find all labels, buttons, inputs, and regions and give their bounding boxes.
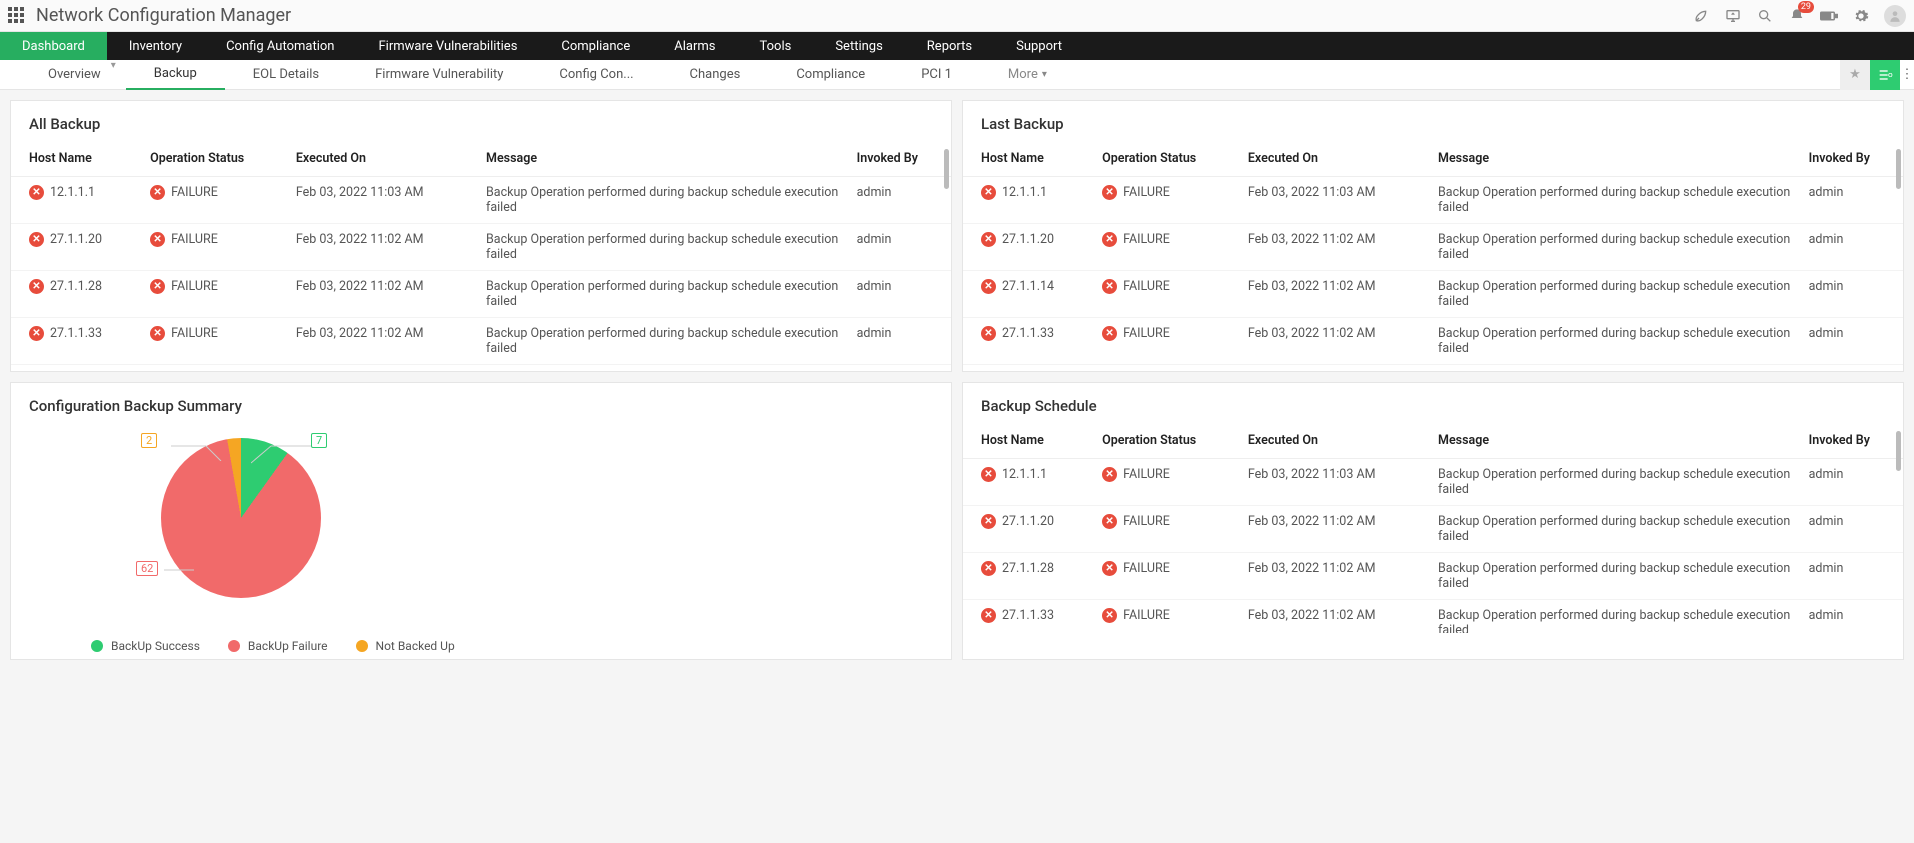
failure-icon: ✕: [1102, 279, 1117, 294]
chart-legend: BackUp Success BackUp Failure Not Backed U…: [31, 633, 455, 659]
panel-all-backup: All Backup Host NameOperation StatusExec…: [10, 100, 952, 372]
gear-icon[interactable]: [1852, 7, 1870, 25]
bell-icon[interactable]: 29: [1788, 7, 1806, 25]
table-row[interactable]: ✕27.1.1.28 ✕FAILURE Feb 03, 2022 11:02 A…: [11, 271, 951, 318]
app-launcher-icon[interactable]: [8, 7, 26, 25]
primary-nav: DashboardInventoryConfig AutomationFirmw…: [0, 32, 1914, 60]
chevron-down-icon: ▾: [1042, 69, 1047, 80]
panel-title: All Backup: [11, 101, 951, 141]
failure-icon: ✕: [29, 326, 44, 341]
table-row[interactable]: ✕12.1.1.1 ✕FAILURE Feb 03, 2022 11:03 AM…: [963, 177, 1903, 224]
table-row[interactable]: ✕12.1.1.1 ✕FAILURE Feb 03, 2022 11:03 AM…: [963, 459, 1903, 506]
failure-icon: ✕: [1102, 561, 1117, 576]
scrollbar-thumb[interactable]: [1896, 431, 1901, 471]
pie-label-notbackedup: 2: [141, 433, 157, 448]
table-row[interactable]: ✕27.1.1.28 ✕FAILURE Feb 03, 2022 11:02 A…: [963, 365, 1903, 372]
tab-firmware-vulnerability[interactable]: Firmware Vulnerability: [347, 60, 531, 90]
rocket-icon[interactable]: [1692, 7, 1710, 25]
failure-icon: ✕: [1102, 514, 1117, 529]
user-avatar[interactable]: [1884, 5, 1906, 27]
failure-icon: ✕: [981, 232, 996, 247]
search-icon[interactable]: [1756, 7, 1774, 25]
notification-badge: 29: [1798, 1, 1814, 13]
table-row[interactable]: ✕27.1.1.33 ✕FAILURE Feb 03, 2022 11:02 A…: [963, 600, 1903, 634]
legend-item[interactable]: BackUp Success: [91, 639, 200, 653]
panel-last-backup: Last Backup Host NameOperation StatusExe…: [962, 100, 1904, 372]
failure-icon: ✕: [1102, 608, 1117, 623]
nav-dashboard[interactable]: Dashboard: [0, 32, 107, 60]
tab-pci-1[interactable]: PCI 1: [893, 60, 980, 90]
failure-icon: ✕: [981, 467, 996, 482]
failure-icon: ✕: [981, 279, 996, 294]
failure-icon: ✕: [981, 185, 996, 200]
failure-icon: ✕: [150, 185, 165, 200]
failure-icon: ✕: [29, 279, 44, 294]
chevron-down-icon[interactable]: ▾: [111, 60, 116, 90]
monitor-icon[interactable]: [1724, 7, 1742, 25]
table-row[interactable]: ✕27.1.1.28 ✕FAILURE Feb 03, 2022 11:02 A…: [963, 553, 1903, 600]
failure-icon: ✕: [1102, 467, 1117, 482]
legend-swatch: [356, 640, 368, 652]
tab-changes[interactable]: Changes: [662, 60, 769, 90]
nav-config-automation[interactable]: Config Automation: [204, 32, 356, 60]
legend-item[interactable]: Not Backed Up: [356, 639, 455, 653]
panel-title: Configuration Backup Summary: [11, 383, 951, 423]
scrollbar-thumb[interactable]: [944, 149, 949, 189]
failure-icon: ✕: [1102, 232, 1117, 247]
tab-config-con-[interactable]: Config Con...: [531, 60, 661, 90]
table-row[interactable]: ✕27.1.1.20 ✕FAILURE Feb 03, 2022 11:02 A…: [963, 506, 1903, 553]
nav-alarms[interactable]: Alarms: [652, 32, 737, 60]
table-row[interactable]: ✕27.1.1.14 ✕FAILURE Feb 03, 2022 11:02 A…: [963, 271, 1903, 318]
tab-eol-details[interactable]: EOL Details: [225, 60, 347, 90]
battery-icon[interactable]: [1820, 7, 1838, 25]
nav-tools[interactable]: Tools: [738, 32, 814, 60]
panel-title: Backup Schedule: [963, 383, 1903, 423]
nav-inventory[interactable]: Inventory: [107, 32, 204, 60]
legend-item[interactable]: BackUp Failure: [228, 639, 328, 653]
table-row[interactable]: ✕27.1.1.14 ✕FAILURE Feb 03, 2022 11:02 A…: [11, 365, 951, 372]
nav-settings[interactable]: Settings: [813, 32, 904, 60]
add-widget-icon[interactable]: [1870, 60, 1900, 90]
table-row[interactable]: ✕27.1.1.33 ✕FAILURE Feb 03, 2022 11:02 A…: [11, 318, 951, 365]
favorite-icon[interactable]: ★: [1840, 60, 1870, 90]
tab-compliance[interactable]: Compliance: [768, 60, 893, 90]
scrollbar-thumb[interactable]: [1896, 149, 1901, 189]
pie-label-failure: 62: [136, 561, 158, 576]
app-title: Network Configuration Manager: [36, 5, 291, 26]
failure-icon: ✕: [150, 279, 165, 294]
panel-title: Last Backup: [963, 101, 1903, 141]
failure-icon: ✕: [150, 326, 165, 341]
legend-swatch: [228, 640, 240, 652]
nav-compliance[interactable]: Compliance: [539, 32, 652, 60]
top-bar: Network Configuration Manager 29: [0, 0, 1914, 32]
failure-icon: ✕: [981, 514, 996, 529]
failure-icon: ✕: [981, 326, 996, 341]
nav-firmware-vulnerabilities[interactable]: Firmware Vulnerabilities: [356, 32, 539, 60]
nav-support[interactable]: Support: [994, 32, 1084, 60]
table-row[interactable]: ✕27.1.1.33 ✕FAILURE Feb 03, 2022 11:02 A…: [963, 318, 1903, 365]
failure-icon: ✕: [981, 561, 996, 576]
failure-icon: ✕: [1102, 326, 1117, 341]
kebab-menu-icon[interactable]: ⋮: [1900, 67, 1914, 82]
secondary-nav: Overview▾BackupEOL DetailsFirmware Vulne…: [0, 60, 1914, 90]
nav-reports[interactable]: Reports: [905, 32, 994, 60]
tab-backup[interactable]: Backup: [126, 60, 225, 90]
failure-icon: ✕: [1102, 185, 1117, 200]
failure-icon: ✕: [29, 185, 44, 200]
panel-backup-schedule: Backup Schedule Host NameOperation Statu…: [962, 382, 1904, 660]
panel-backup-summary: Configuration Backup Summary 2 7 62 Back: [10, 382, 952, 660]
table-row[interactable]: ✕12.1.1.1 ✕FAILURE Feb 03, 2022 11:03 AM…: [11, 177, 951, 224]
legend-swatch: [91, 640, 103, 652]
tab-more[interactable]: More ▾: [980, 60, 1075, 90]
failure-icon: ✕: [981, 608, 996, 623]
table-row[interactable]: ✕27.1.1.20 ✕FAILURE Feb 03, 2022 11:02 A…: [11, 224, 951, 271]
table-row[interactable]: ✕27.1.1.20 ✕FAILURE Feb 03, 2022 11:02 A…: [963, 224, 1903, 271]
failure-icon: ✕: [150, 232, 165, 247]
failure-icon: ✕: [29, 232, 44, 247]
